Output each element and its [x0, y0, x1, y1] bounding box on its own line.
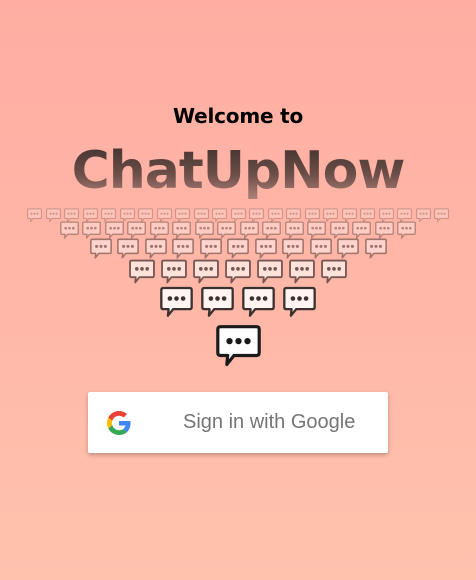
- chat-bubble-icon: [283, 286, 316, 317]
- chat-bubble-icon: [172, 221, 192, 239]
- chat-bubble-icon: [230, 207, 246, 222]
- chat-bubble-icon: [101, 207, 116, 222]
- chat-bubble-icon: [199, 238, 222, 259]
- chat-bubble-icon: [138, 207, 153, 222]
- chat-bubble-icon: [284, 221, 304, 239]
- chat-bubble-icon: [227, 238, 249, 259]
- chat-bubble-icon: [212, 207, 227, 222]
- chat-bubble-icon: [27, 207, 42, 222]
- chat-bubble-icon: [321, 259, 347, 283]
- app-title: ChatUpNow: [0, 140, 476, 202]
- chat-bubble-icon: [194, 221, 214, 239]
- chat-bubble-icon: [415, 207, 431, 222]
- chat-bubble-icon: [309, 238, 332, 259]
- signin-label: Sign in with Google: [183, 411, 356, 433]
- chat-bubble-icon: [225, 259, 251, 283]
- chat-bubble-icon: [160, 286, 193, 317]
- welcome-heading: Welcome to: [172, 104, 304, 128]
- chat-bubble-icon: [89, 238, 112, 259]
- chat-bubble-icon: [262, 221, 282, 239]
- chat-bubble-icon: [45, 207, 61, 222]
- chat-bubble-icon: [161, 259, 187, 283]
- chat-bubble-icon: [304, 207, 320, 222]
- chat-bubble-icon: [434, 207, 449, 222]
- chat-bubble-icon: [104, 221, 124, 239]
- chat-bubble-icon: [239, 221, 259, 239]
- chat-bubble-icon: [378, 207, 394, 222]
- chat-bubble-icon: [397, 221, 417, 239]
- chat-bubble-icon: [337, 238, 359, 259]
- chat-bubble-icon: [127, 221, 147, 239]
- chat-bubble-icon: [82, 221, 102, 239]
- chat-bubble-icon: [282, 238, 304, 259]
- chat-bubble-icon: [201, 286, 234, 317]
- chat-bubble-icon: [242, 286, 275, 317]
- chat-bubble-icon: [249, 207, 264, 222]
- chat-bubble-icon: [323, 207, 338, 222]
- chat-bubble-icon: [193, 207, 209, 222]
- chat-bubble-icon: [156, 207, 172, 222]
- chat-bubble-icon: [64, 207, 79, 222]
- chat-bubble-icon: [286, 207, 301, 222]
- chat-bubble-icon: [82, 207, 98, 222]
- chat-bubble-icon: [352, 221, 372, 239]
- google-signin-button[interactable]: Sign in with Google: [88, 392, 388, 453]
- chat-bubble-icon: [360, 207, 375, 222]
- chat-bubble-icon: [341, 207, 357, 222]
- chat-bubble-icon: [144, 238, 167, 259]
- chat-bubble-icon: [175, 207, 190, 222]
- chat-bubble-icon: [257, 259, 283, 283]
- chat-bubble-icon: [364, 238, 387, 259]
- chat-bubble-icon: [307, 221, 327, 239]
- chat-bubble-icon: [172, 238, 194, 259]
- chat-bubble-icon: [59, 221, 79, 239]
- chat-bubble-icon: [129, 259, 155, 283]
- chat-bubble-icon: [397, 207, 412, 222]
- chat-bubble-icon: [374, 221, 394, 239]
- chat-bubble-icon: [215, 324, 261, 366]
- google-logo-icon: [107, 411, 131, 435]
- chat-bubble-icon: [254, 238, 277, 259]
- chat-bubble-icon: [117, 238, 139, 259]
- chat-bubble-icon: [119, 207, 135, 222]
- chat-bubble-icon: [193, 259, 219, 283]
- chat-bubble-icon: [149, 221, 169, 239]
- chat-bubble-icon: [217, 221, 237, 239]
- chat-bubble-icon: [289, 259, 315, 283]
- chat-bubble-icon: [329, 221, 349, 239]
- chat-bubble-icon: [267, 207, 283, 222]
